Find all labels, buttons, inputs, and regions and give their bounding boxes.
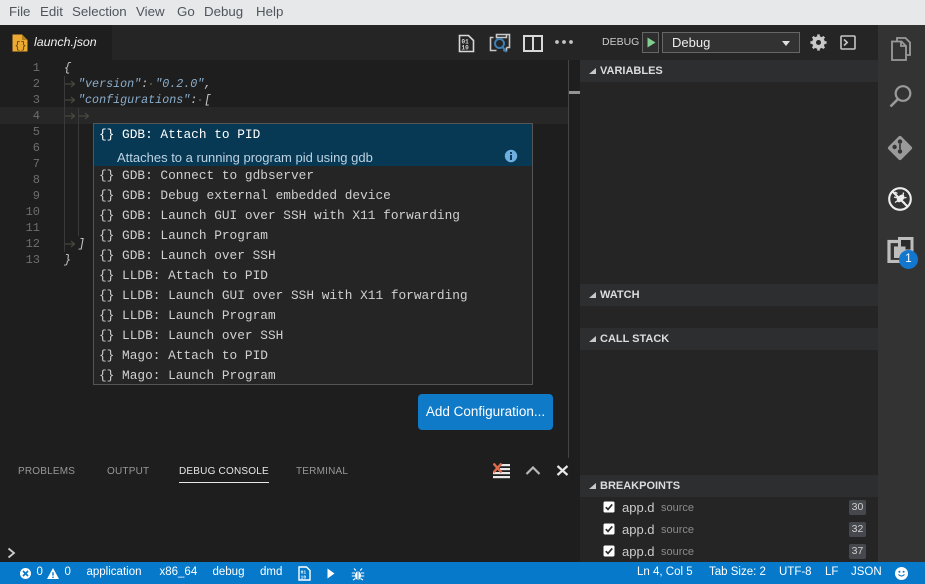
svg-text:10: 10: [301, 575, 307, 581]
svg-text:{}: {}: [15, 41, 27, 53]
svg-text:10: 10: [462, 45, 470, 52]
